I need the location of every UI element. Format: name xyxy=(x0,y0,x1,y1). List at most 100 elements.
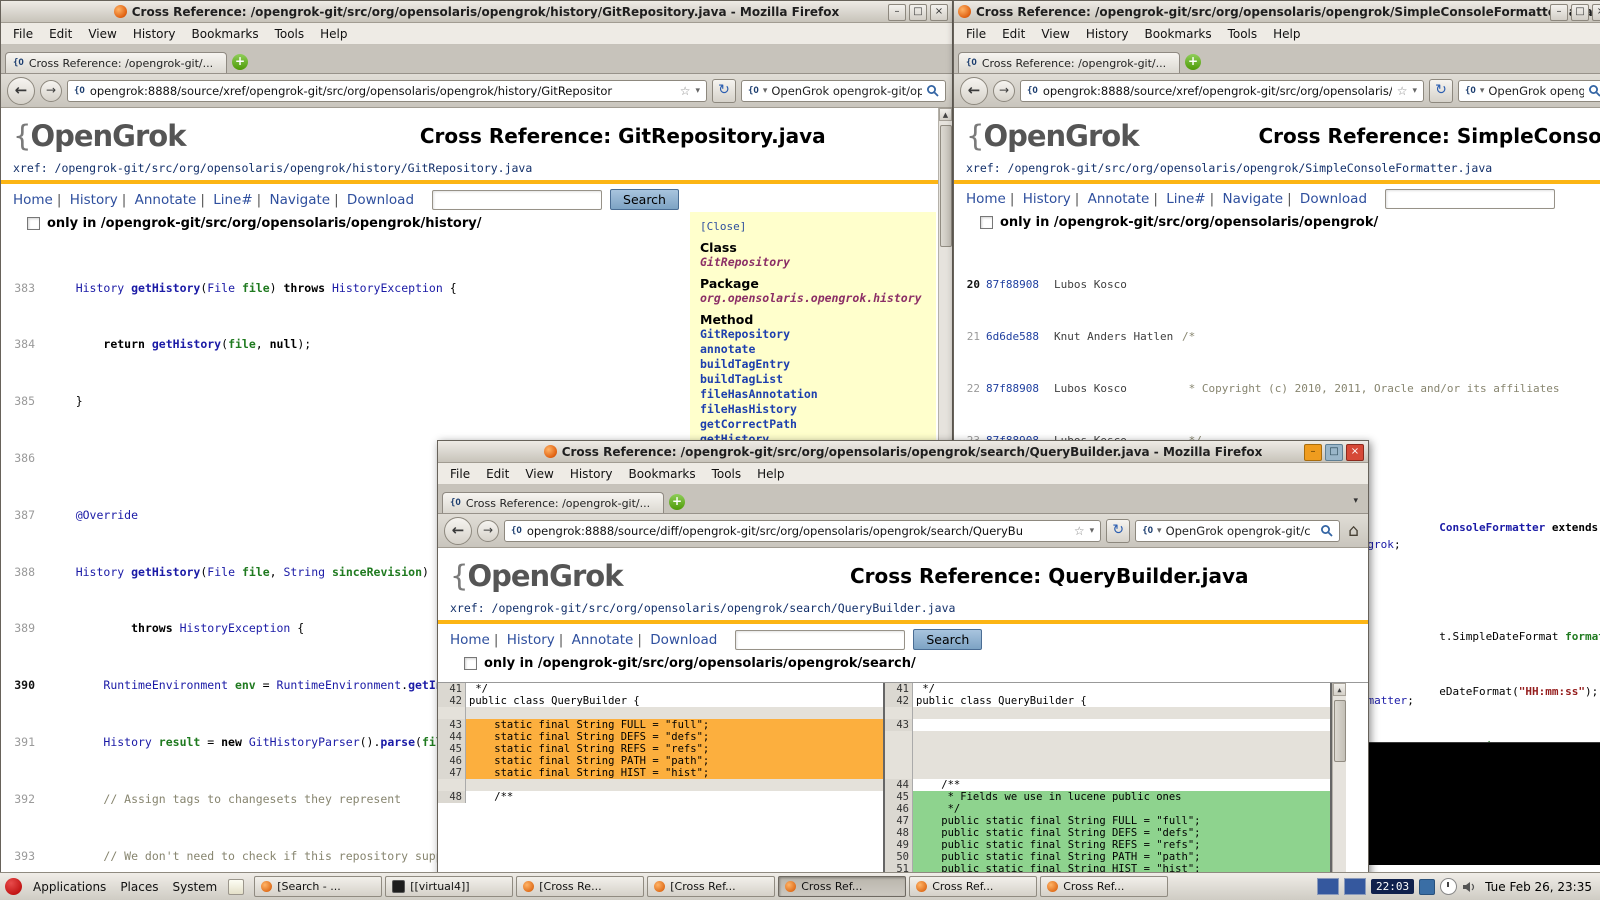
line-number-link[interactable]: 48 xyxy=(885,827,913,839)
nav-link[interactable]: Line# xyxy=(1149,191,1205,207)
nav-link[interactable]: Annotate xyxy=(1071,191,1150,207)
tab-cross-reference[interactable]: {O Cross Reference: /opengrok-git/... xyxy=(442,492,664,513)
search-input[interactable] xyxy=(735,630,905,650)
close-button[interactable]: × xyxy=(1346,444,1364,461)
panel-menu[interactable]: Places xyxy=(113,877,165,897)
line-number-link[interactable]: 384 xyxy=(1,337,35,351)
line-number-link[interactable]: 387 xyxy=(1,508,35,522)
line-number-link[interactable]: 388 xyxy=(1,565,35,579)
line-number-link[interactable]: 42 xyxy=(885,695,913,707)
method-link[interactable]: getCorrectPath xyxy=(700,417,926,432)
reload-button[interactable]: ↻ xyxy=(1429,79,1453,103)
line-number-link[interactable]: 392 xyxy=(1,792,35,806)
search-engine-dropdown-icon[interactable]: ▾ xyxy=(763,86,768,96)
reload-button[interactable]: ↻ xyxy=(1106,519,1130,543)
maximize-button[interactable]: □ xyxy=(1571,4,1589,21)
url-dropdown-icon[interactable]: ▾ xyxy=(1090,526,1095,536)
menu-item[interactable]: History xyxy=(1078,25,1137,43)
line-number-link[interactable] xyxy=(438,707,466,719)
nav-link[interactable]: History xyxy=(53,192,118,208)
panel-package-name[interactable]: org.opensolaris.opengrok.history xyxy=(700,291,926,306)
line-number-link[interactable]: 390 xyxy=(1,678,35,692)
line-number-link[interactable] xyxy=(885,767,913,779)
task-button[interactable]: [[virtual4]] xyxy=(385,876,513,897)
nav-link[interactable]: Annotate xyxy=(118,192,197,208)
search-engine-dropdown-icon[interactable]: ▾ xyxy=(1157,526,1162,536)
bookmark-star-icon[interactable]: ☆ xyxy=(680,84,691,98)
scrollbar[interactable]: ▲ ▼ xyxy=(1332,683,1346,889)
tab-cross-reference[interactable]: {O Cross Reference: /opengrok-git/... xyxy=(958,52,1180,73)
menu-item[interactable]: Edit xyxy=(994,25,1033,43)
reload-button[interactable]: ↻ xyxy=(712,79,736,103)
nav-link[interactable]: Download xyxy=(1283,191,1367,207)
window-preview-icon[interactable] xyxy=(1344,878,1366,895)
search-input[interactable] xyxy=(1385,189,1555,209)
revision-link[interactable]: 6d6de588 xyxy=(986,330,1046,343)
url-bar[interactable]: {O opengrok:8888/source/xref/opengrok-gi… xyxy=(1020,80,1424,102)
terminal-window[interactable] xyxy=(1345,742,1600,865)
line-number-link[interactable]: 45 xyxy=(885,791,913,803)
volume-icon[interactable] xyxy=(1462,881,1476,893)
nav-link[interactable]: History xyxy=(1006,191,1071,207)
line-number-link[interactable]: 45 xyxy=(438,743,466,755)
line-number-link[interactable]: 383 xyxy=(1,281,35,295)
scrollbar-thumb[interactable] xyxy=(1334,700,1346,762)
magnifier-icon[interactable] xyxy=(926,84,939,97)
line-number-link[interactable]: 20 xyxy=(958,278,980,291)
task-button[interactable]: [Cross Ref... xyxy=(647,876,775,897)
line-number-link[interactable]: 50 xyxy=(885,851,913,863)
nav-link[interactable]: Annotate xyxy=(555,632,634,648)
only-in-checkbox[interactable] xyxy=(27,217,40,230)
task-button[interactable]: [Search - ... xyxy=(254,876,382,897)
task-button[interactable]: Cross Ref... xyxy=(778,876,906,897)
menu-item[interactable]: File xyxy=(442,465,478,483)
menu-item[interactable]: View xyxy=(517,465,561,483)
method-link[interactable]: buildTagList xyxy=(700,372,926,387)
digital-clock[interactable]: 22:03 xyxy=(1371,879,1414,894)
revision-link[interactable]: 87f88908 xyxy=(986,278,1046,291)
menu-item[interactable]: Bookmarks xyxy=(621,465,704,483)
launcher-icon[interactable] xyxy=(228,879,244,895)
tray-app-icon[interactable] xyxy=(1419,879,1435,895)
line-number-link[interactable]: 389 xyxy=(1,621,35,635)
line-number-link[interactable]: 46 xyxy=(885,803,913,815)
nav-link[interactable]: Navigate xyxy=(253,192,330,208)
menu-item[interactable]: Help xyxy=(1265,25,1308,43)
bookmark-star-icon[interactable]: ☆ xyxy=(1397,84,1408,98)
only-in-checkbox[interactable] xyxy=(464,657,477,670)
url-bar[interactable]: {O opengrok:8888/source/diff/opengrok-gi… xyxy=(504,520,1101,542)
nav-link[interactable]: Home xyxy=(450,632,490,648)
menu-item[interactable]: View xyxy=(1033,25,1077,43)
menu-item[interactable]: Edit xyxy=(41,25,80,43)
nav-link[interactable]: Home xyxy=(13,192,53,208)
menu-item[interactable]: Bookmarks xyxy=(184,25,267,43)
forward-button[interactable]: → xyxy=(993,80,1015,102)
back-button[interactable]: ← xyxy=(444,517,472,545)
minimize-button[interactable]: – xyxy=(1304,444,1322,461)
line-number-link[interactable]: 46 xyxy=(438,755,466,767)
menu-item[interactable]: Tools xyxy=(267,25,313,43)
nav-link[interactable]: History xyxy=(490,632,555,648)
nav-link[interactable]: Download xyxy=(633,632,717,648)
forward-button[interactable]: → xyxy=(40,80,62,102)
line-number-link[interactable]: 47 xyxy=(885,815,913,827)
menu-item[interactable]: Tools xyxy=(704,465,750,483)
line-number-link[interactable] xyxy=(438,779,466,791)
menu-item[interactable]: Tools xyxy=(1220,25,1266,43)
magnifier-icon[interactable] xyxy=(1588,84,1600,97)
search-button[interactable]: Search xyxy=(610,189,679,210)
line-number-link[interactable]: 48 xyxy=(438,791,466,803)
scroll-up-icon[interactable]: ▲ xyxy=(1333,683,1346,696)
line-number-link[interactable] xyxy=(885,731,913,743)
nav-link[interactable]: Download xyxy=(330,192,414,208)
magnifier-icon[interactable] xyxy=(1320,524,1333,537)
line-number-link[interactable]: 393 xyxy=(1,849,35,863)
menu-item[interactable]: Help xyxy=(312,25,355,43)
panel-menu[interactable]: Applications xyxy=(26,877,113,897)
new-tab-button[interactable]: + xyxy=(1185,54,1201,70)
url-dropdown-icon[interactable]: ▾ xyxy=(695,86,700,96)
minimize-button[interactable]: – xyxy=(888,4,906,21)
maximize-button[interactable]: □ xyxy=(909,4,927,21)
search-input[interactable] xyxy=(432,190,602,210)
line-number-link[interactable]: 44 xyxy=(885,779,913,791)
